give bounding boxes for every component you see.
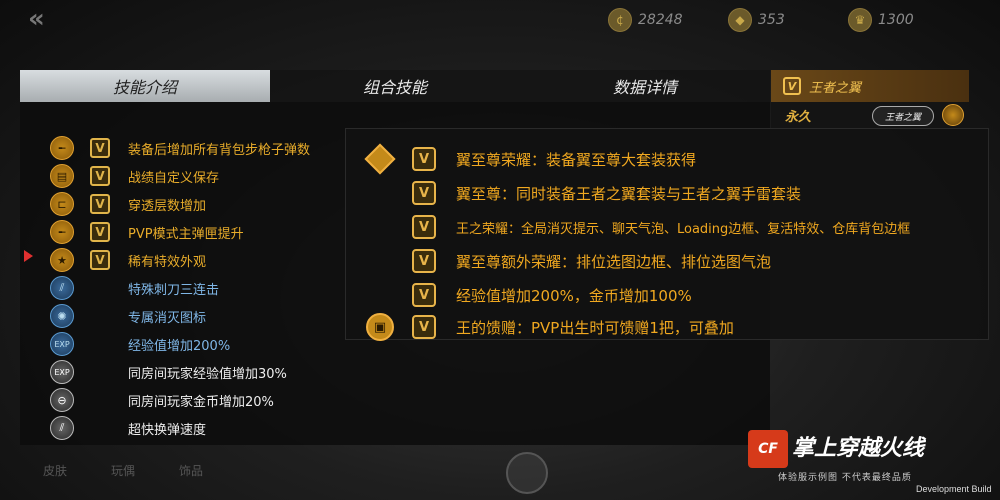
exp-icon: EXP	[50, 332, 74, 356]
back-button[interactable]: «	[28, 6, 72, 32]
skill-text: 专属消灭图标	[128, 310, 207, 326]
bottom-nav: 皮肤 玩偶 饰品	[30, 462, 216, 479]
nav-doll[interactable]: 玩偶	[98, 462, 148, 479]
weapon-name-header: V 王者之翼	[771, 70, 969, 102]
coin-value: 28248	[638, 12, 683, 28]
crown-balance: ♛ 1300	[848, 8, 914, 32]
star-icon: ★	[50, 248, 74, 272]
skill-text: 装备后增加所有背包步枪子弹数	[128, 142, 311, 158]
gift-icon: ▣	[366, 313, 394, 341]
skill-text: PVP模式主弹匣提升	[128, 226, 244, 242]
v-badge-icon: V	[412, 315, 436, 339]
tooltip-text: 翼至尊：同时装备王者之翼套装与王者之翼手雷套装	[456, 184, 802, 203]
left-arrow-icon[interactable]	[24, 250, 33, 262]
v-badge-icon: V	[90, 166, 110, 186]
reload-icon: ⫽	[50, 416, 74, 440]
list-item: ╾ V PVP模式主弹匣提升	[50, 220, 244, 244]
watermark-subtitle: 体验服示例图 不代表最终品质	[778, 473, 912, 483]
v-badge-icon: V	[412, 283, 436, 307]
room-gold-icon: ⊖	[50, 388, 74, 412]
skill-text: 战绩自定义保存	[128, 170, 220, 186]
tab-combo-skills[interactable]: 组合技能	[270, 70, 520, 102]
coin-icon: ¢	[608, 8, 632, 32]
record-icon: ▤	[50, 164, 74, 188]
nav-accessory[interactable]: 饰品	[166, 462, 216, 479]
skill-text: 超快换弹速度	[128, 422, 207, 438]
skill-text: 稀有特效外观	[128, 254, 207, 270]
weapon-name: 王者之翼	[809, 80, 862, 96]
list-item: ⊖ 同房间玩家金币增加20%	[50, 388, 274, 412]
tooltip-row: V 王之荣耀：全局消灭提示、聊天气泡、Loading边框、复活特效、仓库背包边框	[366, 213, 910, 241]
v-badge-icon: V	[412, 147, 436, 171]
diamond-badge-icon	[364, 143, 396, 175]
list-item: ✺ 专属消灭图标	[50, 304, 206, 328]
v-badge-icon: V	[412, 181, 436, 205]
rifle-icon: ╾	[50, 136, 74, 160]
v-badge-icon: V	[90, 194, 110, 214]
v-badge-icon: V	[783, 77, 801, 95]
list-item: ★ V 稀有特效外观	[50, 248, 206, 272]
tooltip-text: 王的馈赠：PVP出生时可馈赠1把，可叠加	[456, 318, 734, 337]
skill-text: 特殊刺刀三连击	[128, 282, 220, 298]
tab-data-details[interactable]: 数据详情	[520, 70, 770, 102]
dev-build-label: Development Build	[916, 484, 992, 494]
tooltip-text: 王之荣耀：全局消灭提示、聊天气泡、Loading边框、复活特效、仓库背包边框	[456, 221, 911, 237]
fire-button[interactable]	[506, 452, 548, 494]
kill-icon: ✺	[50, 304, 74, 328]
watermark-logo: CF 掌上穿越火线 体验服示例图 不代表最终品质	[748, 428, 978, 486]
tooltip-text: 翼至尊荣耀：装备翼至尊大套装获得	[456, 150, 697, 169]
crown-value: 1300	[878, 12, 914, 28]
v-badge-icon: V	[90, 222, 110, 242]
tooltip-row: V 翼至尊荣耀：装备翼至尊大套装获得	[364, 143, 697, 175]
tooltip-row: ▣ V 王的馈赠：PVP出生时可馈赠1把，可叠加	[366, 313, 734, 341]
v-badge-icon: V	[90, 250, 110, 270]
penetration-icon: ⊏	[50, 192, 74, 216]
skill-text: 经验值增加200%	[128, 338, 231, 354]
skill-text: 穿透层数增加	[128, 198, 207, 214]
tooltip-text: 翼至尊额外荣耀：排位选图边框、排位选图气泡	[456, 252, 772, 271]
tooltip-row: V 翼至尊：同时装备王者之翼套装与王者之翼手雷套装	[366, 179, 801, 207]
duration-label: 永久	[785, 109, 812, 125]
honor-tooltip: V 翼至尊荣耀：装备翼至尊大套装获得 V 翼至尊：同时装备王者之翼套装与王者之翼…	[345, 128, 989, 341]
rank-medal-icon	[942, 104, 964, 126]
knife-icon: ⫽	[50, 276, 74, 300]
weapon-emblem: 王者之翼	[872, 106, 934, 126]
list-item: ▤ V 战绩自定义保存	[50, 164, 219, 188]
list-item: ╾ V 装备后增加所有背包步枪子弹数	[50, 136, 310, 160]
coin-balance: ¢ 28248	[608, 8, 683, 32]
skill-text: 同房间玩家金币增加20%	[128, 394, 274, 410]
crown-icon: ♛	[848, 8, 872, 32]
watermark-title: 掌上穿越火线	[792, 436, 925, 461]
list-item: EXP 同房间玩家经验值增加30%	[50, 360, 287, 384]
list-item: ⫽ 超快换弹速度	[50, 416, 206, 440]
tooltip-text: 经验值增加200%，金币增加100%	[456, 286, 692, 305]
tab-skill-intro[interactable]: 技能介绍	[20, 70, 270, 102]
room-exp-icon: EXP	[50, 360, 74, 384]
diamond-value: 353	[758, 12, 785, 28]
list-item: EXP 经验值增加200%	[50, 332, 230, 356]
list-item: ⫽ 特殊刺刀三连击	[50, 276, 219, 300]
nav-skin[interactable]: 皮肤	[30, 462, 80, 479]
v-badge-icon: V	[412, 249, 436, 273]
diamond-icon: ◆	[728, 8, 752, 32]
tooltip-row: V 翼至尊额外荣耀：排位选图边框、排位选图气泡	[366, 247, 771, 275]
v-badge-icon: V	[412, 215, 436, 239]
skill-text: 同房间玩家经验值增加30%	[128, 366, 287, 382]
weapon-duration-row: 永久	[771, 102, 969, 128]
v-badge-icon: V	[90, 138, 110, 158]
detail-tabs: 技能介绍 组合技能 数据详情	[20, 70, 770, 102]
diamond-balance: ◆ 353	[728, 8, 785, 32]
cf-logo-icon: CF	[748, 430, 788, 468]
magazine-icon: ╾	[50, 220, 74, 244]
tooltip-row: V 经验值增加200%，金币增加100%	[366, 281, 692, 309]
list-item: ⊏ V 穿透层数增加	[50, 192, 206, 216]
